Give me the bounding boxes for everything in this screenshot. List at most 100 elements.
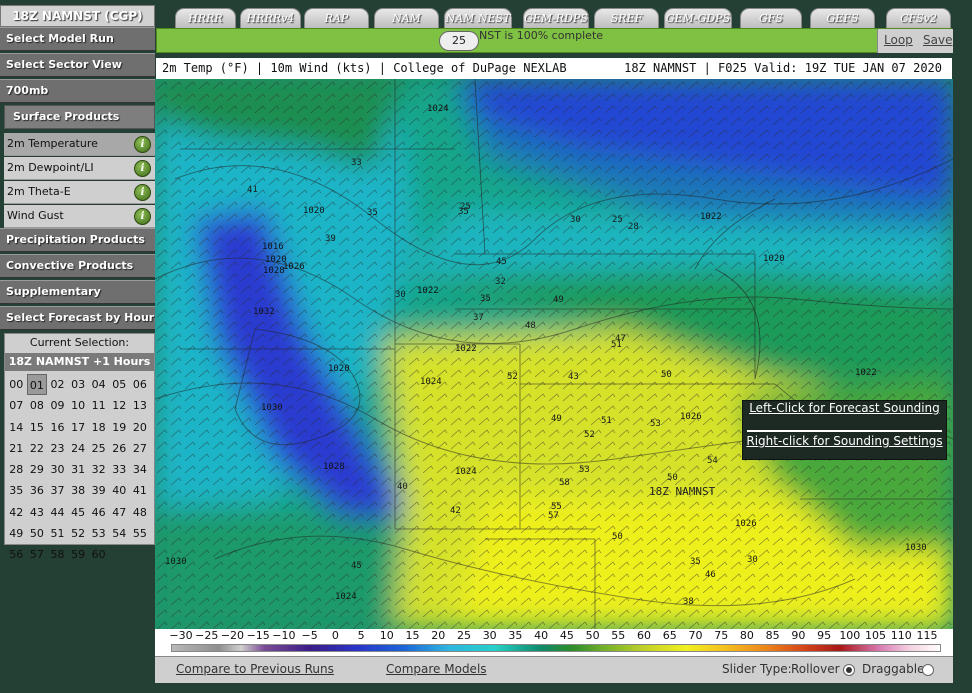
forecast-hour-60[interactable]: 60 [88,544,109,565]
tab-gfs[interactable]: GFS [740,8,802,28]
info-icon[interactable]: i [134,184,151,201]
forecast-hour-45[interactable]: 45 [68,502,89,523]
forecast-hour-33[interactable]: 33 [109,459,130,480]
info-icon[interactable]: i [134,136,151,153]
select-model-run-button[interactable]: Select Model Run [0,27,155,51]
forecast-hour-16[interactable]: 16 [47,417,68,438]
product-2m-temperature[interactable]: 2m Temperature i [4,133,155,156]
forecast-hour-32[interactable]: 32 [88,459,109,480]
compare-previous-runs-link[interactable]: Compare to Previous Runs [176,662,334,676]
forecast-hour-40[interactable]: 40 [109,480,130,501]
forecast-hour-21[interactable]: 21 [6,438,27,459]
product-2m-dewpoint[interactable]: 2m Dewpoint/LI i [4,157,155,180]
tab-hrrr[interactable]: HRRR [175,8,236,28]
right-click-sounding-settings-link[interactable]: Right-click for Sounding Settings [743,434,946,461]
forecast-hour-24[interactable]: 24 [68,438,89,459]
forecast-hour-09[interactable]: 09 [47,395,68,416]
save-link[interactable]: Save [923,33,952,47]
info-icon[interactable]: i [134,208,151,225]
rollover-radio[interactable] [843,664,855,676]
forecast-hour-19[interactable]: 19 [109,417,130,438]
select-sector-view-button[interactable]: Select Sector View [0,53,155,77]
forecast-hour-53[interactable]: 53 [88,523,109,544]
level-700mb-button[interactable]: 700mb [0,79,155,103]
temperature-map-svg[interactable]: 1024 1020 1016 1020 1022 1028 1032 1030 1026 1022… [155,79,953,629]
tab-rap[interactable]: RAP [304,8,369,28]
forecast-hour-23[interactable]: 23 [47,438,68,459]
surface-products-button[interactable]: Surface Products [4,105,155,129]
forecast-hour-42[interactable]: 42 [6,502,27,523]
tab-nam[interactable]: NAM [374,8,439,28]
forecast-hour-13[interactable]: 13 [130,395,151,416]
forecast-hour-06[interactable]: 06 [130,374,151,395]
forecast-hour-25[interactable]: 25 [88,438,109,459]
forecast-hour-49[interactable]: 49 [6,523,27,544]
tab-gem-gdps[interactable]: GEM-GDPS [664,8,732,28]
forecast-hour-36[interactable]: 36 [27,480,48,501]
forecast-hour-22[interactable]: 22 [27,438,48,459]
tab-gem-rdps[interactable]: GEM-RDPS [523,8,589,28]
forecast-hour-57[interactable]: 57 [27,544,48,565]
forecast-hour-31[interactable]: 31 [68,459,89,480]
forecast-hour-17[interactable]: 17 [68,417,89,438]
info-icon[interactable]: i [134,160,151,177]
forecast-hour-56[interactable]: 56 [6,544,27,565]
forecast-hour-50[interactable]: 50 [27,523,48,544]
forecast-hour-35[interactable]: 35 [6,480,27,501]
forecast-hour-48[interactable]: 48 [130,502,151,523]
forecast-hour-18[interactable]: 18 [88,417,109,438]
forecast-hour-07[interactable]: 07 [6,395,27,416]
compare-models-link[interactable]: Compare Models [386,662,487,676]
forecast-hour-37[interactable]: 37 [47,480,68,501]
forecast-hour-59[interactable]: 59 [68,544,89,565]
forecast-map[interactable]: 1024 1020 1016 1020 1022 1028 1032 1030 1026 1022… [155,79,953,629]
forecast-hour-12[interactable]: 12 [109,395,130,416]
forecast-hour-55[interactable]: 55 [130,523,151,544]
forecast-hour-27[interactable]: 27 [130,438,151,459]
forecast-hour-02[interactable]: 02 [47,374,68,395]
forecast-hour-03[interactable]: 03 [68,374,89,395]
forecast-hour-29[interactable]: 29 [27,459,48,480]
forecast-hour-51[interactable]: 51 [47,523,68,544]
forecast-hour-20[interactable]: 20 [130,417,151,438]
forecast-hour-28[interactable]: 28 [6,459,27,480]
forecast-hour-14[interactable]: 14 [6,417,27,438]
convective-products-button[interactable]: Convective Products [0,254,155,278]
forecast-hour-08[interactable]: 08 [27,395,48,416]
forecast-hour-58[interactable]: 58 [47,544,68,565]
forecast-hour-00[interactable]: 00 [6,374,27,395]
forecast-hour-41[interactable]: 41 [130,480,151,501]
forecast-hour-10[interactable]: 10 [68,395,89,416]
tab-sref[interactable]: SREF [594,8,659,28]
supplementary-products-button[interactable]: Supplementary Products [0,280,155,320]
forecast-hour-11[interactable]: 11 [88,395,109,416]
product-2m-theta-e[interactable]: 2m Theta-E i [4,181,155,204]
map-label: 1022 [455,344,477,354]
forecast-hour-47[interactable]: 47 [109,502,130,523]
tab-nam-nest[interactable]: NAM NEST [444,8,512,28]
tab-hrrrv4[interactable]: HRRRv4 [240,8,301,28]
forecast-hour-38[interactable]: 38 [68,480,89,501]
precipitation-products-button[interactable]: Precipitation Products [0,228,155,252]
draggable-radio[interactable] [922,664,934,676]
forecast-hour-04[interactable]: 04 [88,374,109,395]
forecast-hour-15[interactable]: 15 [27,417,48,438]
forecast-hour-01[interactable]: 01 [26,374,48,396]
left-click-forecast-sounding-link[interactable]: Left-Click for Forecast Sounding [743,401,946,428]
forecast-hour-05[interactable]: 05 [109,374,130,395]
forecast-hour-46[interactable]: 46 [88,502,109,523]
forecast-hour-54[interactable]: 54 [109,523,130,544]
product-wind-gust[interactable]: Wind Gust i [4,205,155,228]
forecast-hour-26[interactable]: 26 [109,438,130,459]
forecast-hour-43[interactable]: 43 [27,502,48,523]
select-forecast-by-hour-button[interactable]: Select Forecast by Hour [0,306,155,330]
tab-cfsv2[interactable]: CFSv2 [886,8,951,28]
frame-slider-handle[interactable]: 25 [439,31,479,51]
forecast-hour-34[interactable]: 34 [130,459,151,480]
forecast-hour-39[interactable]: 39 [88,480,109,501]
forecast-hour-44[interactable]: 44 [47,502,68,523]
tab-gefs[interactable]: GEFS [810,8,875,28]
loop-link[interactable]: Loop [884,33,913,47]
forecast-hour-30[interactable]: 30 [47,459,68,480]
forecast-hour-52[interactable]: 52 [68,523,89,544]
